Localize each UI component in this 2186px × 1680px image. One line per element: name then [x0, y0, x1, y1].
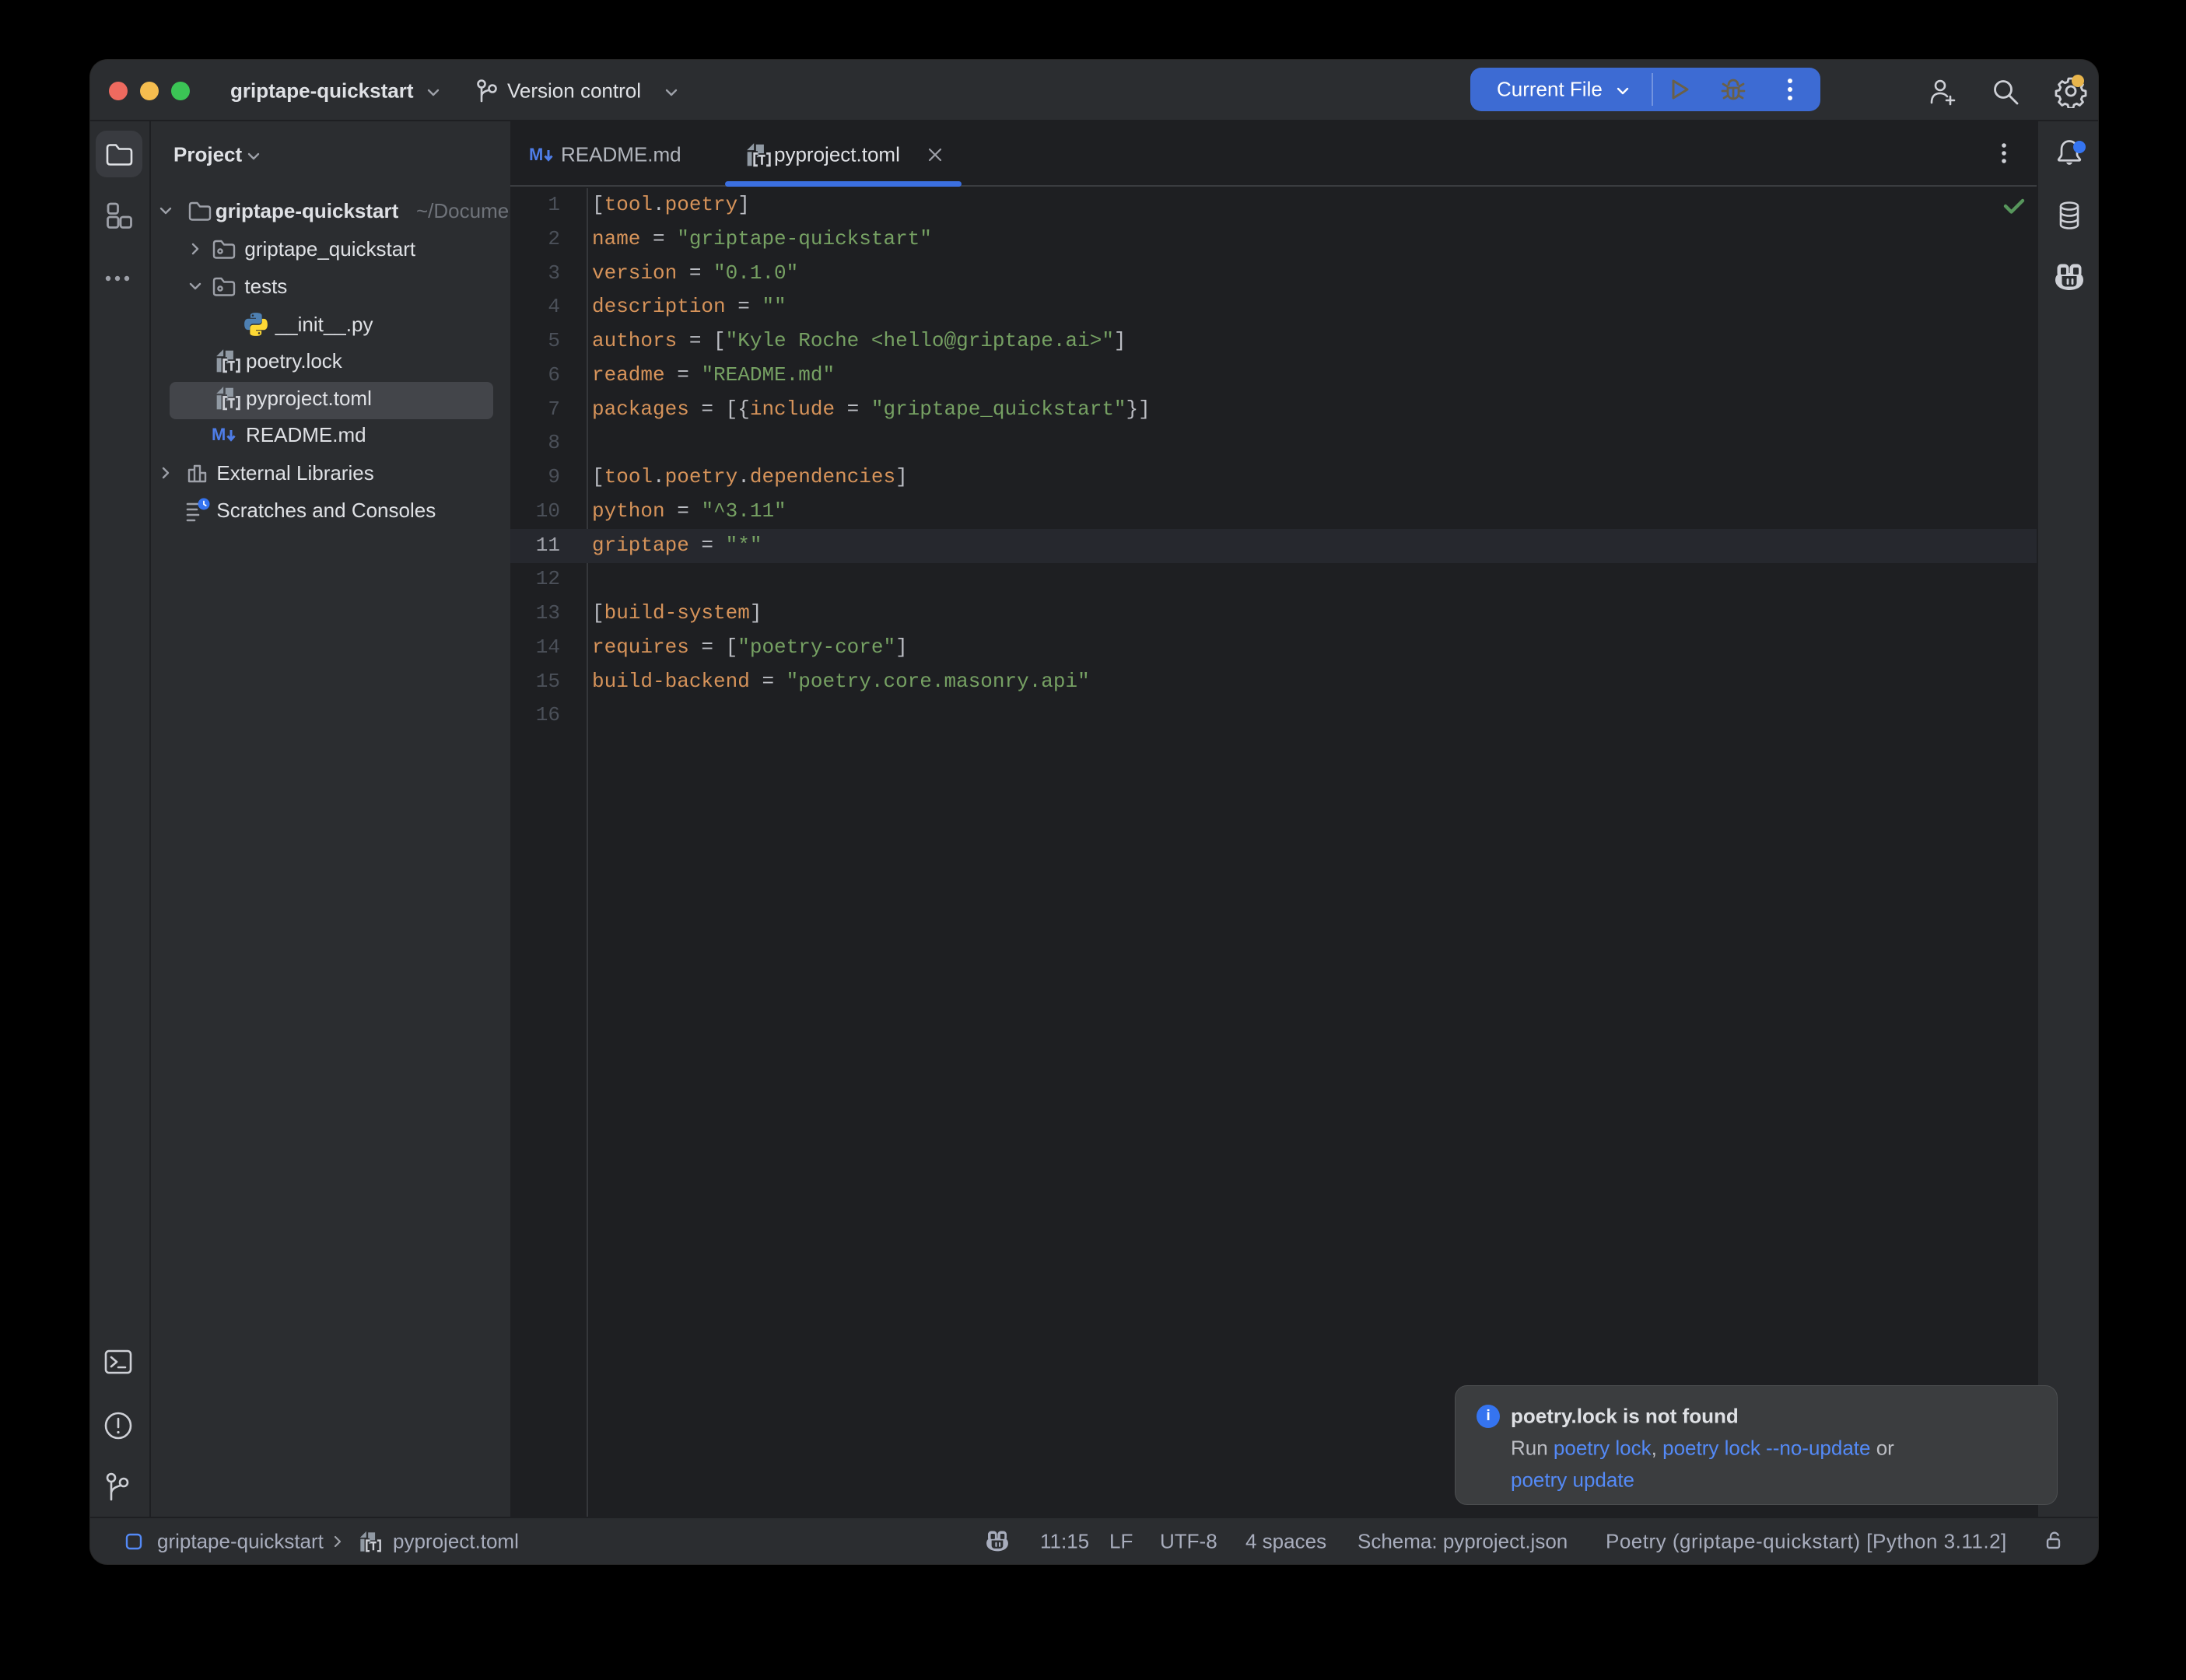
- svg-text:M: M: [212, 425, 226, 444]
- svg-text:M: M: [529, 145, 543, 164]
